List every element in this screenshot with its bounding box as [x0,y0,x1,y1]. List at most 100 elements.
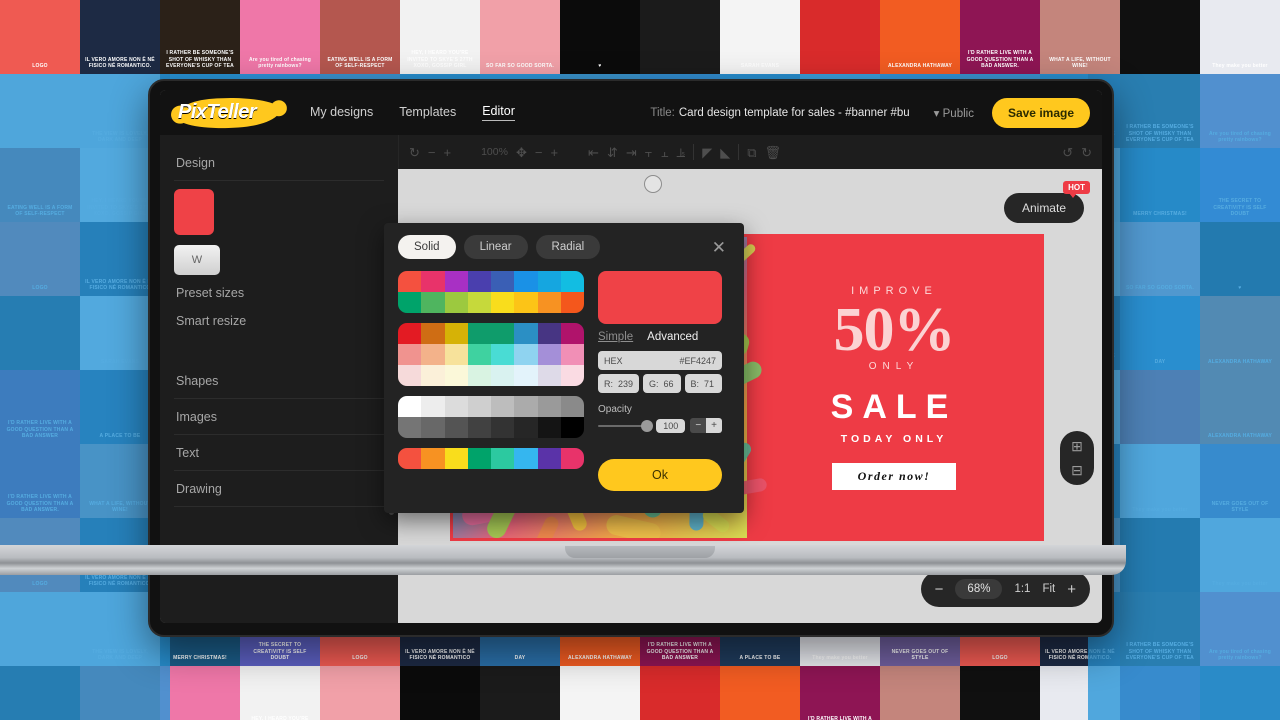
rotate-increase-icon[interactable]: + [444,146,452,159]
rotate-icon[interactable]: ↻ [409,146,420,159]
swatch-0-1-2[interactable] [444,292,468,313]
green-field[interactable]: G: 66 [643,374,681,393]
nav-templates[interactable]: Templates [399,105,456,121]
swatch-1-0-5[interactable] [514,323,538,344]
swatch-2-0-7[interactable] [560,396,584,417]
scale-decrease-icon[interactable]: − [535,146,543,159]
swatch-1-0-0[interactable] [398,323,422,344]
align-right-icon[interactable]: ⇥ [626,146,637,159]
tab-solid[interactable]: Solid [398,235,456,259]
swatch-1-2-1[interactable] [421,365,445,386]
swatch-0-0-2[interactable] [444,271,468,292]
swatch-1-1-4[interactable] [491,344,515,365]
sidebar-item-drawing[interactable]: Drawing [174,471,384,507]
swatch-1-1-3[interactable] [467,344,491,365]
swatch-0-1-7[interactable] [560,292,584,313]
swatch-0-0-5[interactable] [514,271,538,292]
swatch-2-0-0[interactable] [398,396,422,417]
pixteller-logo[interactable]: PixTeller [174,95,284,131]
align-top-icon[interactable]: ⫟ [645,146,653,159]
swatch-3-0-3[interactable] [467,448,491,469]
swatch-2-1-1[interactable] [421,417,445,438]
nav-editor[interactable]: Editor [482,104,515,121]
swatch-0-1-3[interactable] [467,292,491,313]
swatch-3-0-7[interactable] [560,448,584,469]
swatch-0-1-5[interactable] [514,292,538,313]
align-bottom-icon[interactable]: ⫡ [677,146,686,159]
align-left-icon[interactable]: ⇤ [588,146,599,159]
swatch-2-0-2[interactable] [444,396,468,417]
swatch-1-2-7[interactable] [560,365,584,386]
swatch-2-0-5[interactable] [514,396,538,417]
swatch-2-0-4[interactable] [491,396,515,417]
visibility-dropdown[interactable]: ▾ Public [934,106,974,120]
redo-icon[interactable]: ↻ [1081,146,1092,159]
mode-simple[interactable]: Simple [598,331,633,343]
undo-icon[interactable]: ↺ [1062,146,1073,159]
flip-horizontal-icon[interactable]: ◤ [702,146,712,159]
red-field[interactable]: R: 239 [598,374,640,393]
swatch-1-1-6[interactable] [537,344,561,365]
swatch-0-1-0[interactable] [398,292,422,313]
nav-my-designs[interactable]: My designs [310,105,373,121]
swatch-0-0-7[interactable] [560,271,584,292]
font-preview-chip[interactable]: W [174,245,220,275]
sidebar-item-preset-sizes[interactable]: Preset sizes [174,279,384,307]
swatch-0-1-1[interactable] [421,292,445,313]
move-icon[interactable]: ✥ [516,146,527,159]
swatch-2-0-6[interactable] [537,396,561,417]
swatch-1-0-7[interactable] [560,323,584,344]
swatch-3-0-4[interactable] [491,448,515,469]
hex-field[interactable]: HEX #EF4247 [598,351,722,370]
swatch-1-0-3[interactable] [467,323,491,344]
bring-to-front-icon[interactable]: ⊞ [1071,439,1083,453]
swatch-1-1-7[interactable] [560,344,584,365]
sidebar-item-shapes[interactable]: Shapes [174,363,384,399]
swatch-0-0-3[interactable] [467,271,491,292]
swatch-2-1-6[interactable] [537,417,561,438]
ok-button[interactable]: Ok [598,459,722,491]
tab-linear[interactable]: Linear [463,235,528,259]
scale-increase-icon[interactable]: + [550,146,558,159]
swatch-1-2-4[interactable] [491,365,515,386]
swatch-3-0-0[interactable] [398,448,422,469]
swatch-1-2-2[interactable] [444,365,468,386]
flip-vertical-icon[interactable]: ◣ [720,146,730,159]
opacity-slider-knob[interactable] [641,419,654,432]
rotate-handle[interactable] [644,175,662,193]
opacity-slider[interactable] [598,419,654,432]
delete-icon[interactable]: 🗑 [765,146,782,159]
swatch-2-1-0[interactable] [398,417,422,438]
zoom-out-button[interactable]: − [935,581,944,598]
swatch-0-0-0[interactable] [398,271,422,292]
swatch-3-0-5[interactable] [514,448,538,469]
zoom-percent-value[interactable]: 68% [955,579,1003,599]
swatch-1-0-1[interactable] [421,323,445,344]
sidebar-item-text[interactable]: Text [174,435,384,471]
swatch-3-0-6[interactable] [537,448,561,469]
swatch-3-0-2[interactable] [444,448,468,469]
mode-advanced[interactable]: Advanced [647,331,698,343]
swatch-0-0-6[interactable] [537,271,561,292]
swatch-0-1-4[interactable] [491,292,515,313]
title-input[interactable]: Card design template for sales - #banner… [679,107,910,119]
rotate-decrease-icon[interactable]: − [428,146,436,159]
opacity-value[interactable]: 100 [656,418,686,433]
swatch-1-0-2[interactable] [444,323,468,344]
sidebar-item-design[interactable]: Design [174,145,384,181]
design-background-color-swatch[interactable] [174,189,214,235]
swatch-1-2-6[interactable] [537,365,561,386]
swatch-1-1-1[interactable] [421,344,445,365]
close-icon[interactable]: ✕ [712,239,730,256]
opacity-increase-button[interactable]: + [706,418,722,433]
swatch-1-1-0[interactable] [398,344,422,365]
send-to-back-icon[interactable]: ⊟ [1071,463,1083,477]
opacity-decrease-button[interactable]: − [690,418,707,433]
swatch-1-2-5[interactable] [514,365,538,386]
swatch-0-0-1[interactable] [421,271,445,292]
swatch-1-1-2[interactable] [444,344,468,365]
sidebar-item-smart-resize[interactable]: Smart resize [174,307,384,335]
swatch-2-1-7[interactable] [560,417,584,438]
swatch-2-1-2[interactable] [444,417,468,438]
zoom-one-to-one-button[interactable]: 1:1 [1014,583,1030,595]
